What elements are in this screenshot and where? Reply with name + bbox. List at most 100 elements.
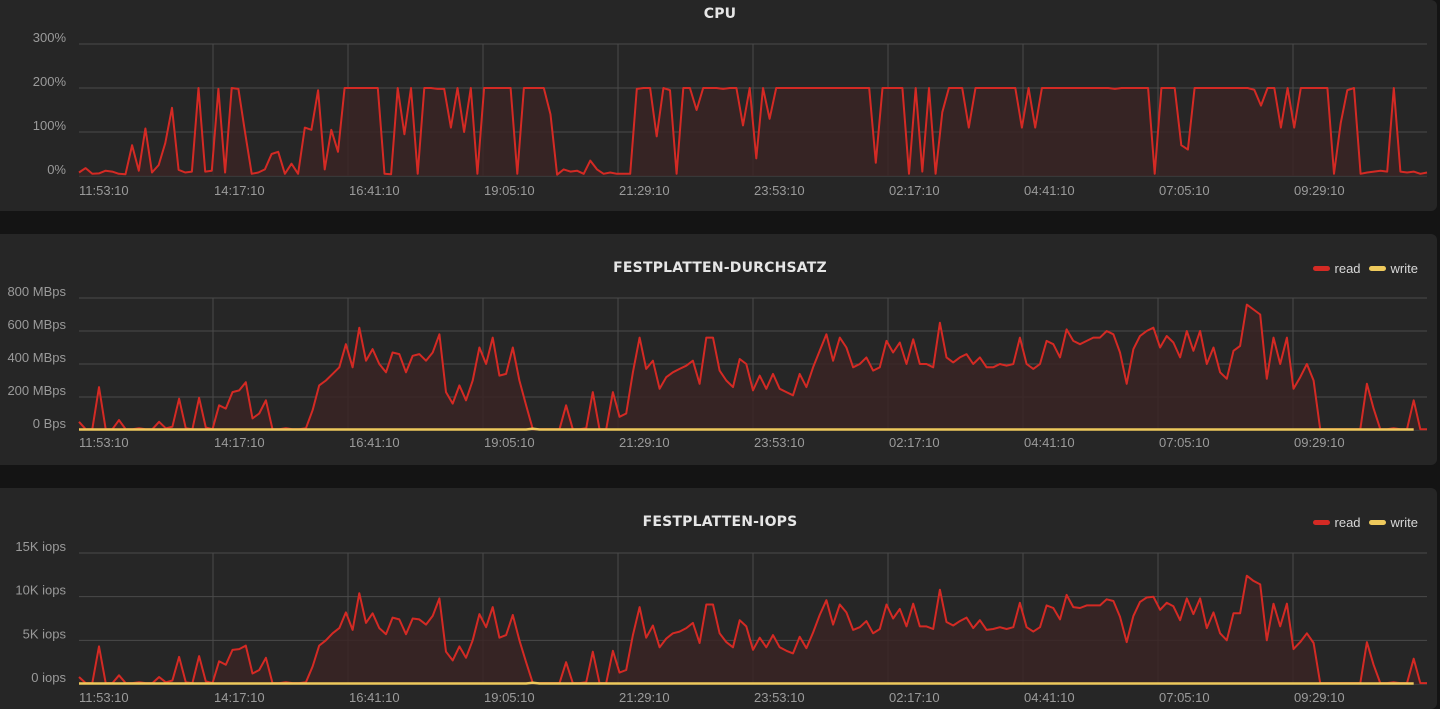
data-point [672, 371, 674, 373]
data-point [928, 87, 930, 89]
data-point [1326, 429, 1328, 431]
data-point [785, 429, 787, 431]
data-point [972, 363, 974, 365]
data-point [692, 683, 694, 685]
data-point [478, 683, 480, 685]
data-point [105, 683, 107, 685]
data-point [412, 355, 414, 357]
data-point [669, 89, 671, 91]
data-point [596, 168, 598, 170]
data-point [118, 173, 120, 175]
data-point [485, 683, 487, 685]
data-point [478, 347, 480, 349]
data-point [1246, 575, 1248, 577]
data-point [224, 172, 226, 174]
data-point [859, 683, 861, 685]
data-point [992, 366, 994, 368]
data-point [438, 597, 440, 599]
data-point [397, 87, 399, 89]
data-point [605, 683, 607, 685]
data-point [619, 429, 621, 431]
disk-throughput-chart[interactable]: 0 Bps 200 MBps 400 MBps 600 MBps 800 MBps 11:… [0, 234, 1437, 465]
data-point [912, 338, 914, 340]
data-point [445, 391, 447, 393]
data-point [1373, 683, 1375, 685]
data-point [1086, 604, 1088, 606]
y-tick-label: 0% [47, 162, 66, 177]
data-point [1192, 613, 1194, 615]
data-point [592, 651, 594, 653]
data-point [579, 429, 581, 431]
data-point [1306, 363, 1308, 365]
data-point [1048, 87, 1050, 89]
data-point [465, 399, 467, 401]
data-point [812, 683, 814, 685]
data-point [1320, 87, 1322, 89]
data-point [1032, 429, 1034, 431]
data-point [1059, 429, 1061, 431]
data-point [476, 173, 478, 175]
data-point [1273, 337, 1275, 339]
data-point [1179, 683, 1181, 685]
data-point [872, 632, 874, 634]
data-point [1199, 683, 1201, 685]
data-point [1112, 683, 1114, 685]
data-point [1119, 683, 1121, 685]
data-point [1072, 683, 1074, 685]
data-point [832, 429, 834, 431]
data-point [1032, 683, 1034, 685]
data-point [485, 429, 487, 431]
data-point [1286, 603, 1288, 605]
data-point [312, 666, 314, 668]
data-point [1426, 428, 1428, 430]
data-point [1132, 348, 1134, 350]
data-point [337, 151, 339, 153]
data-point [385, 429, 387, 431]
data-point [138, 683, 140, 685]
data-point [1006, 683, 1008, 685]
data-point [498, 683, 500, 685]
cpu-chart[interactable]: 0% 100% 200% 300% 11:53:10 14:17:10 16:41:10 19… [0, 0, 1437, 211]
data-point [563, 168, 565, 170]
data-point [1379, 683, 1381, 685]
data-point [812, 366, 814, 368]
data-point [277, 151, 279, 153]
data-point [550, 113, 552, 115]
data-point [999, 363, 1001, 365]
data-point [350, 87, 352, 89]
data-point [755, 157, 757, 159]
data-point [862, 87, 864, 89]
data-point [1192, 429, 1194, 431]
data-point [1239, 429, 1241, 431]
data-point [472, 429, 474, 431]
data-point [365, 622, 367, 624]
data-point [899, 683, 901, 685]
data-point [725, 683, 727, 685]
data-point [792, 652, 794, 654]
data-point [458, 683, 460, 685]
data-point [1226, 378, 1228, 380]
data-point [165, 429, 167, 431]
data-point [145, 683, 147, 685]
data-point [365, 683, 367, 685]
data-point [792, 429, 794, 431]
data-point [559, 429, 561, 431]
data-point [932, 683, 934, 685]
data-point [692, 622, 694, 624]
data-point [1299, 429, 1301, 431]
data-point [390, 173, 392, 175]
data-point [1306, 429, 1308, 431]
data-point [205, 429, 207, 431]
data-point [739, 683, 741, 685]
data-point [204, 171, 206, 173]
data-point [324, 168, 326, 170]
data-point [185, 429, 187, 431]
data-point [992, 429, 994, 431]
data-point [742, 124, 744, 126]
data-point [986, 683, 988, 685]
disk-iops-chart[interactable]: 0 iops 5K iops 10K iops 15K iops 11:53:10 14:… [0, 488, 1437, 709]
data-point [1106, 683, 1108, 685]
data-point [926, 429, 928, 431]
data-point [565, 661, 567, 663]
data-point [845, 683, 847, 685]
